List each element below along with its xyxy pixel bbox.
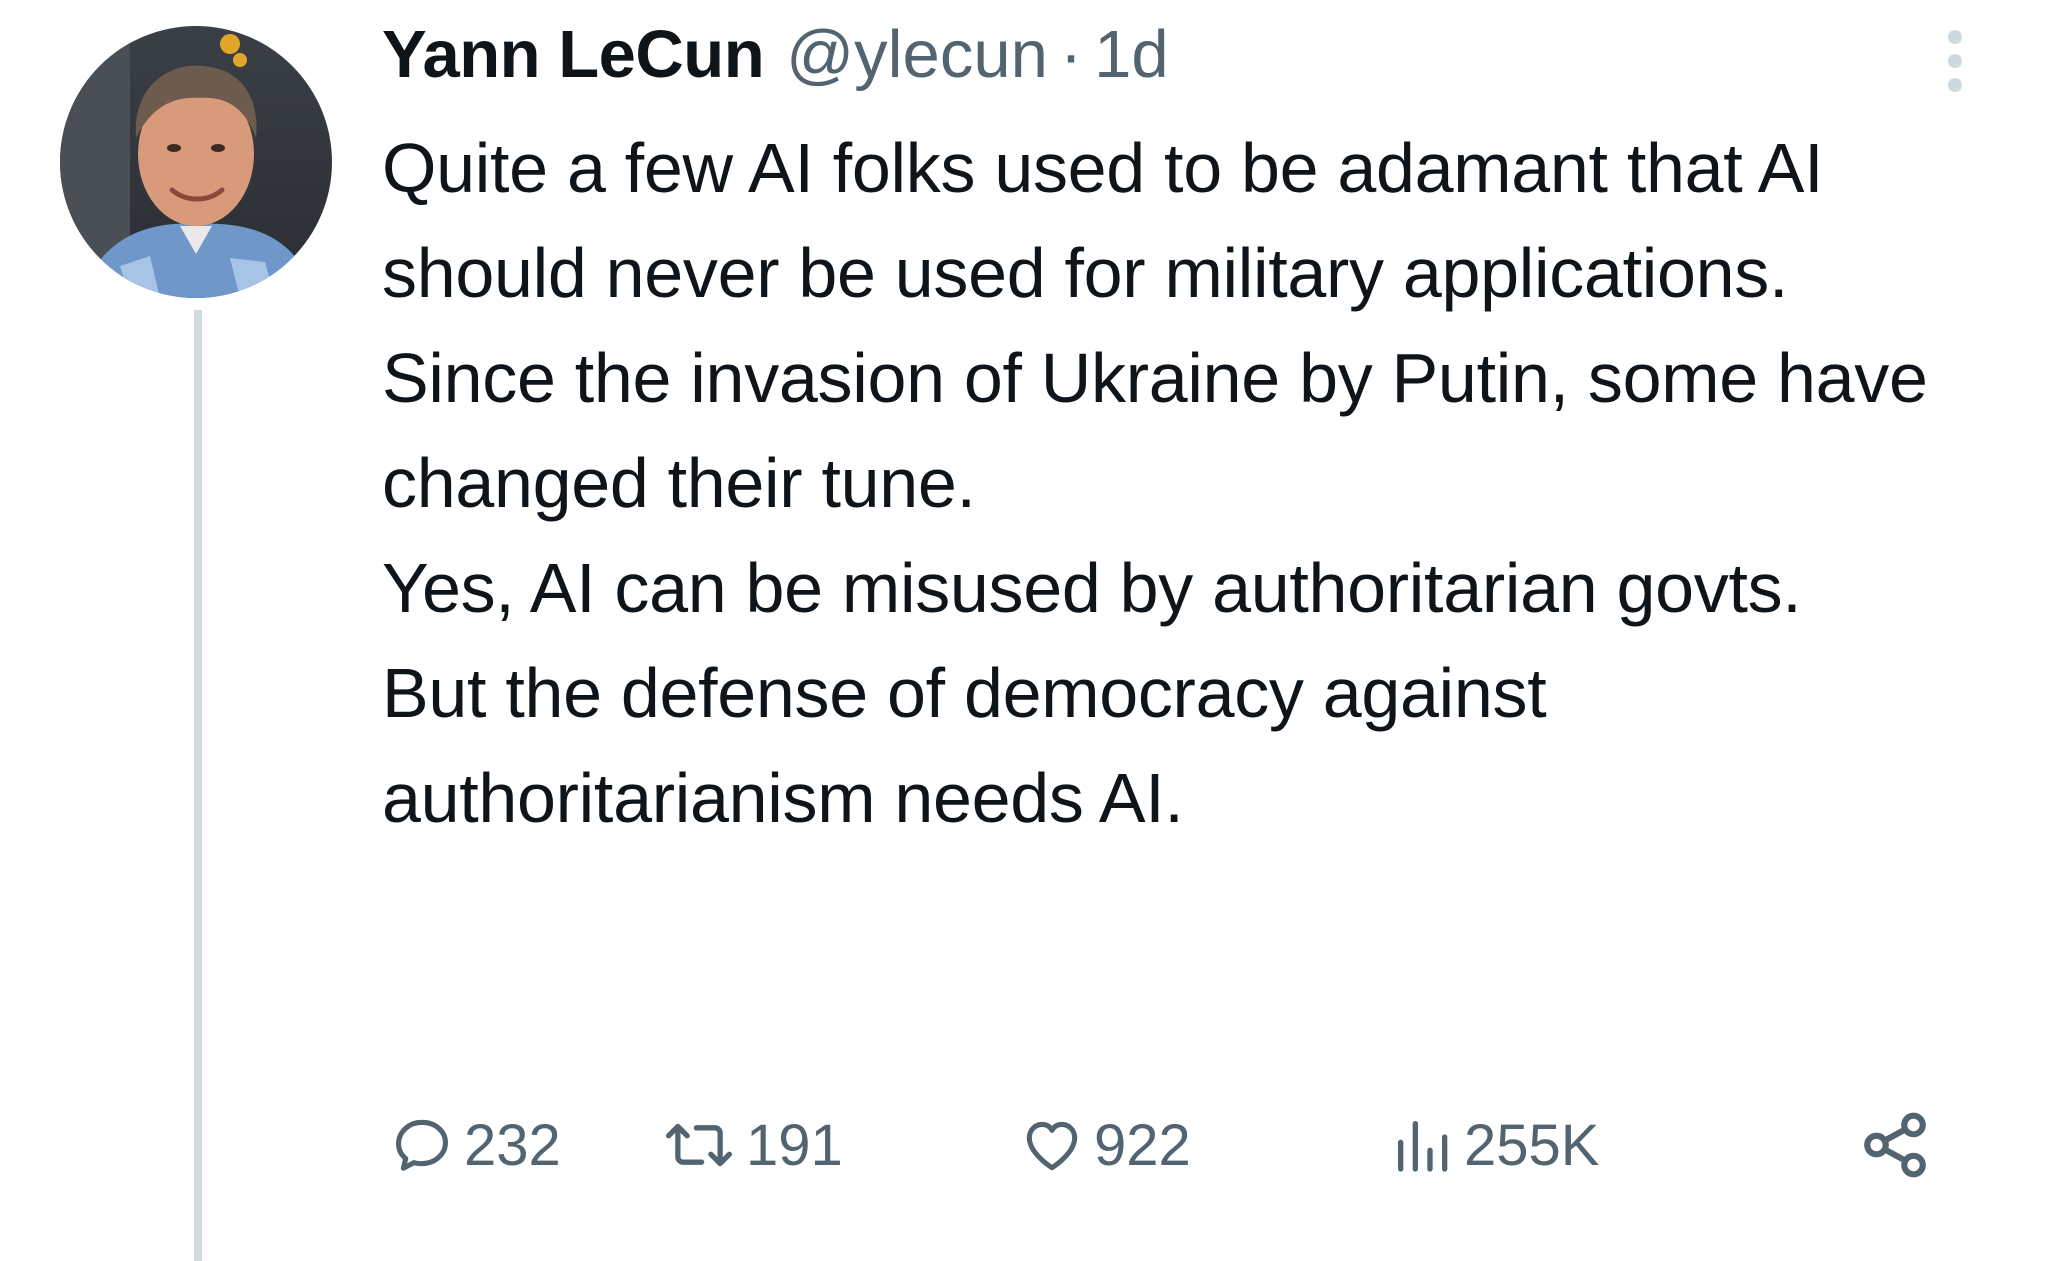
tweet-text: Quite a few AI folks used to be adamant … <box>382 116 2022 851</box>
tweet-header: Yann LeCun @ylecun · 1d <box>382 16 1169 106</box>
author-handle[interactable]: @ylecun <box>786 16 1048 93</box>
tweet-paragraph: But the defense of democracy against aut… <box>382 654 1547 837</box>
share-button[interactable] <box>1858 1100 1932 1190</box>
timestamp[interactable]: 1d <box>1094 16 1169 93</box>
tweet-paragraph: Quite a few AI folks used to be adamant … <box>382 129 1824 312</box>
author-name[interactable]: Yann LeCun <box>382 16 765 93</box>
views-button[interactable]: 255K <box>1390 1100 1599 1190</box>
avatar-image <box>60 26 332 298</box>
share-icon <box>1864 1112 1926 1178</box>
reply-count: 232 <box>464 1112 561 1178</box>
repost-button[interactable]: 191 <box>662 1100 843 1190</box>
separator-dot: · <box>1059 17 1083 92</box>
reply-icon <box>396 1119 449 1171</box>
tweet-card[interactable]: Yann LeCun @ylecun · 1d Quite a few AI f… <box>0 0 2048 1261</box>
repost-count: 191 <box>746 1112 843 1178</box>
heart-icon <box>1026 1121 1078 1171</box>
like-button[interactable]: 922 <box>1020 1100 1191 1190</box>
reply-button[interactable]: 232 <box>390 1100 561 1190</box>
like-count: 922 <box>1094 1112 1191 1178</box>
thread-line <box>194 310 202 1261</box>
tweet-paragraph: Since the invasion of Ukraine by Putin, … <box>382 339 1928 522</box>
view-count: 255K <box>1464 1112 1600 1178</box>
repost-icon <box>665 1123 733 1167</box>
action-bar: 232 191 922 255K <box>390 1100 1950 1190</box>
avatar[interactable] <box>60 26 332 298</box>
views-icon <box>1398 1121 1448 1172</box>
tweet-paragraph: Yes, AI can be misused by authoritarian … <box>382 549 1802 627</box>
more-vertical-icon[interactable] <box>1936 26 1976 96</box>
